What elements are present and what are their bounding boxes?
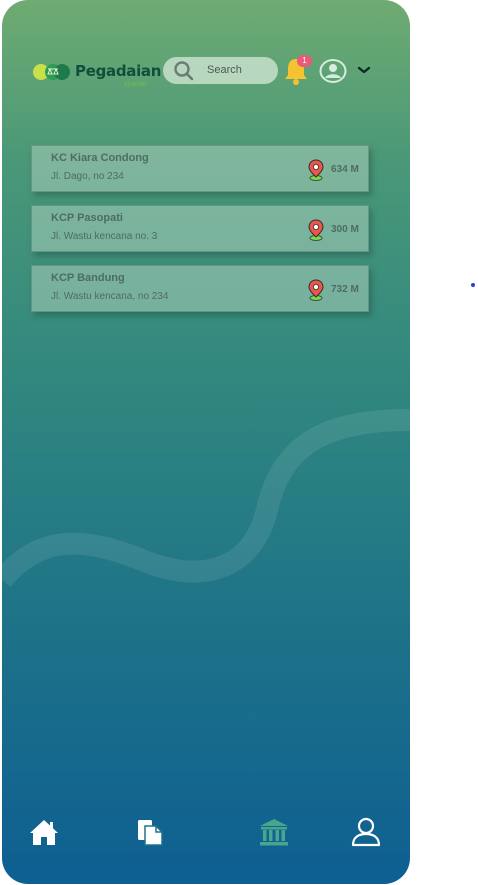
- branch-address: Jl. Dago, no 234: [51, 171, 124, 182]
- brand-subtitle: syariah: [124, 81, 147, 88]
- notification-badge: 1: [297, 55, 312, 67]
- stray-dot: [471, 283, 475, 287]
- location-pin-icon: [308, 279, 324, 301]
- phone-screen: Pegadaian syariah 1 KC Kiara Condong: [2, 0, 410, 884]
- home-icon: [30, 820, 58, 845]
- branch-list: KC Kiara Condong Jl. Dago, no 234 634 M …: [31, 145, 371, 325]
- location-pin-icon: [308, 219, 324, 241]
- nav-branch[interactable]: [254, 812, 294, 852]
- nav-profile[interactable]: [346, 812, 386, 852]
- background-wave: [2, 409, 410, 588]
- brand-logo[interactable]: Pegadaian syariah: [32, 60, 161, 90]
- branch-distance: 634 M: [331, 164, 359, 175]
- bank-icon: [260, 819, 288, 846]
- user-circle-icon[interactable]: [319, 58, 347, 84]
- app-header: Pegadaian syariah 1: [2, 54, 410, 90]
- brand-name: Pegadaian: [75, 62, 162, 80]
- search-input[interactable]: [207, 62, 271, 78]
- search-bar[interactable]: [163, 57, 278, 84]
- branch-name: KC Kiara Condong: [51, 152, 149, 164]
- nav-home[interactable]: [24, 812, 64, 852]
- search-icon: [174, 61, 194, 81]
- branch-distance: 300 M: [331, 224, 359, 235]
- branch-address: Jl. Wastu kencana no. 3: [51, 231, 158, 242]
- bottom-navigation: [2, 812, 410, 856]
- branch-card[interactable]: KCP Bandung Jl. Wastu kencana, no 234 73…: [31, 265, 369, 312]
- branch-address: Jl. Wastu kencana, no 234: [51, 291, 169, 302]
- branch-card[interactable]: KC Kiara Condong Jl. Dago, no 234 634 M: [31, 145, 369, 192]
- user-icon: [351, 817, 381, 847]
- branch-distance: 732 M: [331, 284, 359, 295]
- location-pin-icon: [308, 159, 324, 181]
- logo-mark: [33, 64, 70, 80]
- branch-name: KCP Pasopati: [51, 212, 123, 224]
- chevron-down-icon[interactable]: [357, 65, 371, 75]
- branch-card[interactable]: KCP Pasopati Jl. Wastu kencana no. 3 300…: [31, 205, 369, 252]
- branch-name: KCP Bandung: [51, 272, 125, 284]
- documents-icon: [138, 820, 163, 846]
- nav-documents[interactable]: [130, 812, 170, 852]
